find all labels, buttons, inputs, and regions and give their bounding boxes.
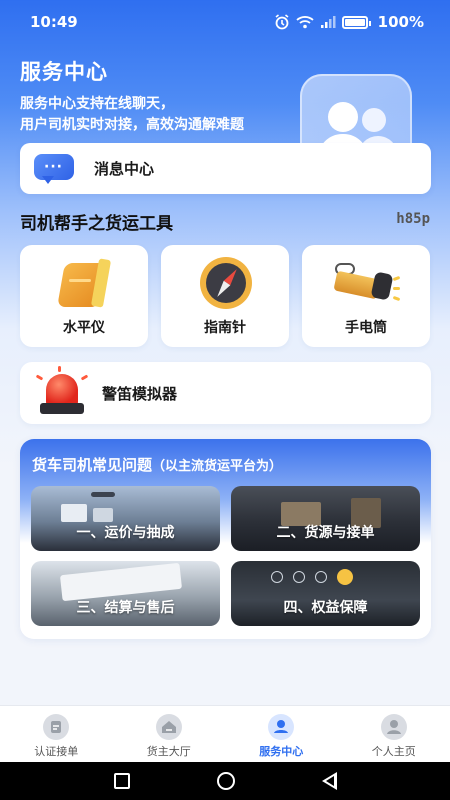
home-icon[interactable] bbox=[216, 772, 235, 790]
flashlight-icon bbox=[331, 257, 401, 311]
back-icon[interactable] bbox=[321, 772, 337, 790]
tab-label: 货主大厅 bbox=[146, 745, 191, 758]
tab-label: 个人主页 bbox=[371, 745, 416, 758]
faq-item-label: 三、结算与售后 bbox=[76, 599, 175, 616]
tool-card-flashlight[interactable]: 手电筒 bbox=[302, 245, 430, 347]
tab-verify-order[interactable]: 认证接单 bbox=[0, 706, 113, 762]
faq-item-label: 二、货源与接单 bbox=[276, 524, 375, 541]
tab-shipper-hall[interactable]: 货主大厅 bbox=[113, 706, 226, 762]
faq-item-settlement[interactable]: 三、结算与售后 bbox=[31, 561, 220, 626]
faq-item-rights[interactable]: 四、权益保障 bbox=[231, 561, 420, 626]
faq-title: 货车司机常见问题（以主流货运平台为） bbox=[32, 454, 282, 475]
description-line-2: 用户司机实时对接，高效沟通解难题 bbox=[20, 117, 244, 133]
tool-label-flashlight: 手电筒 bbox=[345, 320, 387, 336]
service-center-icon bbox=[268, 714, 295, 740]
bottom-tab-bar: 认证接单 货主大厅 服务中心 个人主页 bbox=[0, 705, 450, 762]
tool-card-compass[interactable]: 指南针 bbox=[161, 245, 289, 347]
siren-icon bbox=[35, 366, 89, 416]
description-line-1: 服务中心支持在线聊天， bbox=[20, 96, 174, 112]
profile-icon bbox=[380, 714, 407, 740]
wifi-icon bbox=[296, 16, 314, 29]
compass-icon bbox=[190, 257, 260, 311]
tools-section-title: 司机帮手之货运工具 bbox=[20, 214, 173, 234]
tools-section-tag: h85p bbox=[396, 211, 430, 227]
faq-title-main: 货车司机常见问题 bbox=[32, 456, 153, 474]
faq-item-label: 四、权益保障 bbox=[283, 599, 368, 616]
tab-label: 认证接单 bbox=[34, 745, 79, 758]
alarm-icon bbox=[275, 14, 289, 30]
faq-item-label: 一、运价与抽成 bbox=[76, 524, 175, 541]
battery-percent: 100% bbox=[377, 13, 424, 31]
signal-icon bbox=[320, 16, 336, 28]
status-icons: 100% bbox=[274, 13, 424, 31]
battery-icon bbox=[341, 15, 371, 29]
message-center-button[interactable]: ··· 消息中心 bbox=[20, 143, 431, 194]
faq-section: 货车司机常见问题（以主流货运平台为） 一、运价与抽成 二、货源与接单 三、结算与… bbox=[20, 439, 431, 639]
status-time: 10:49 bbox=[30, 13, 78, 31]
tab-label: 服务中心 bbox=[259, 745, 304, 758]
siren-simulator-button[interactable]: 警笛模拟器 bbox=[20, 362, 431, 424]
shipper-hall-icon bbox=[155, 714, 182, 740]
recent-apps-icon[interactable] bbox=[113, 773, 130, 789]
tool-label-compass: 指南针 bbox=[204, 320, 246, 336]
tool-card-level[interactable]: 水平仪 bbox=[20, 245, 148, 347]
tool-label-level: 水平仪 bbox=[63, 320, 105, 336]
faq-item-pricing[interactable]: 一、运价与抽成 bbox=[31, 486, 220, 551]
siren-simulator-label: 警笛模拟器 bbox=[102, 384, 178, 403]
tab-service-center[interactable]: 服务中心 bbox=[225, 706, 338, 762]
system-navigation-bar bbox=[0, 762, 450, 800]
page-title: 服务中心 bbox=[20, 60, 108, 84]
level-tool-icon bbox=[49, 257, 119, 311]
tab-profile[interactable]: 个人主页 bbox=[338, 706, 450, 762]
verify-order-icon bbox=[43, 714, 70, 740]
faq-item-cargo-orders[interactable]: 二、货源与接单 bbox=[231, 486, 420, 551]
message-center-label: 消息中心 bbox=[94, 160, 155, 178]
faq-title-sub: （以主流货运平台为） bbox=[152, 459, 283, 474]
chat-bubble-icon: ··· bbox=[34, 150, 78, 188]
page-description: 服务中心支持在线聊天， 用户司机实时对接，高效沟通解难题 bbox=[20, 94, 320, 136]
status-bar: 10:49 100% bbox=[0, 0, 450, 44]
